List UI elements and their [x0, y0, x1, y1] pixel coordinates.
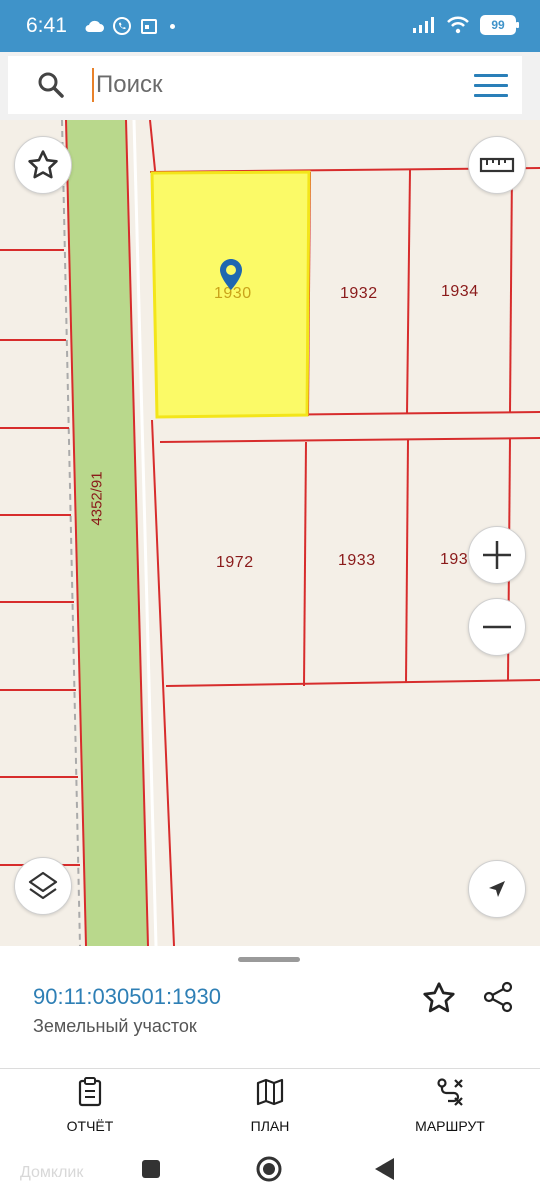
map-canvas[interactable] [0, 120, 540, 946]
ruler-button[interactable] [468, 136, 526, 194]
clipboard-icon [78, 1077, 102, 1107]
watermark-text: Домклик [20, 1164, 84, 1181]
star-icon [28, 150, 58, 179]
status-time: 6:41 [26, 14, 67, 37]
more-dot-icon [170, 23, 175, 29]
nav-route[interactable]: МАРШРУТ [390, 1077, 510, 1134]
layers-button[interactable] [14, 857, 72, 915]
status-bar: 6:41 99 [0, 0, 540, 52]
search-bar [8, 56, 522, 114]
parcel-label[interactable]: 1933 [338, 552, 376, 570]
layers-icon [28, 871, 58, 900]
nav-report[interactable]: ОТЧЁТ [30, 1077, 150, 1134]
nav-report-label: ОТЧЁТ [66, 1118, 114, 1134]
map-icon [256, 1078, 284, 1106]
road-strip [66, 120, 148, 946]
back-icon[interactable] [372, 1156, 396, 1182]
search-input[interactable] [92, 68, 452, 102]
sheet-drag-handle[interactable] [238, 957, 300, 962]
home-icon[interactable] [254, 1154, 284, 1184]
left-parcel-lines [0, 249, 80, 866]
battery-icon: 99 [480, 15, 519, 35]
parcel-label[interactable]: 1934 [441, 283, 479, 301]
notification-icons [84, 16, 175, 36]
whatsapp-icon [113, 17, 131, 35]
bottom-navigation: ОТЧЁТ ПЛАН МАРШРУТ [0, 1068, 540, 1146]
nav-plan-label: ПЛАН [250, 1118, 290, 1134]
ruler-icon [479, 157, 515, 173]
nav-route-label: МАРШРУТ [415, 1118, 485, 1134]
app-screen: 6:41 99 Поиск 1930 1932 1934 1972 1933 1… [0, 0, 540, 1200]
navigation-arrow-icon [489, 881, 505, 897]
my-location-button[interactable] [468, 860, 526, 918]
route-icon [437, 1078, 463, 1106]
search-area [0, 52, 540, 120]
search-icon[interactable] [36, 70, 66, 100]
cloud-icon [85, 20, 104, 32]
favorite-map-button[interactable] [14, 136, 72, 194]
parcel-label[interactable]: 1932 [340, 285, 378, 303]
cadastral-map[interactable]: 1930 1932 1934 1972 1933 193 4352/91 [0, 120, 540, 946]
nav-plan[interactable]: ПЛАН [210, 1077, 330, 1134]
calendar-icon [141, 19, 157, 34]
parcel-label[interactable]: 193 [440, 551, 468, 569]
minus-icon [483, 625, 511, 629]
cadastral-number[interactable]: 90:11:030501:1930 [33, 984, 221, 1010]
signal-icon [413, 17, 434, 33]
star-icon[interactable] [421, 980, 457, 1016]
parcel-label[interactable]: 1972 [216, 554, 254, 572]
menu-icon[interactable] [474, 74, 508, 98]
zoom-in-button[interactable] [468, 526, 526, 584]
plus-icon [483, 541, 511, 569]
parcel-info-sheet[interactable]: 90:11:030501:1930 Земельный участок [0, 946, 540, 1068]
location-pin-icon[interactable] [219, 258, 243, 292]
system-status-icons: 99 [412, 15, 519, 35]
wifi-icon [447, 16, 469, 34]
road-label: 4352/91 [88, 471, 106, 526]
share-icon[interactable] [481, 980, 515, 1014]
recent-apps-icon[interactable] [140, 1158, 162, 1180]
system-navigation-bar: Домклик [0, 1146, 540, 1200]
zoom-out-button[interactable] [468, 598, 526, 656]
parcel-type-label: Земельный участок [33, 1016, 197, 1036]
